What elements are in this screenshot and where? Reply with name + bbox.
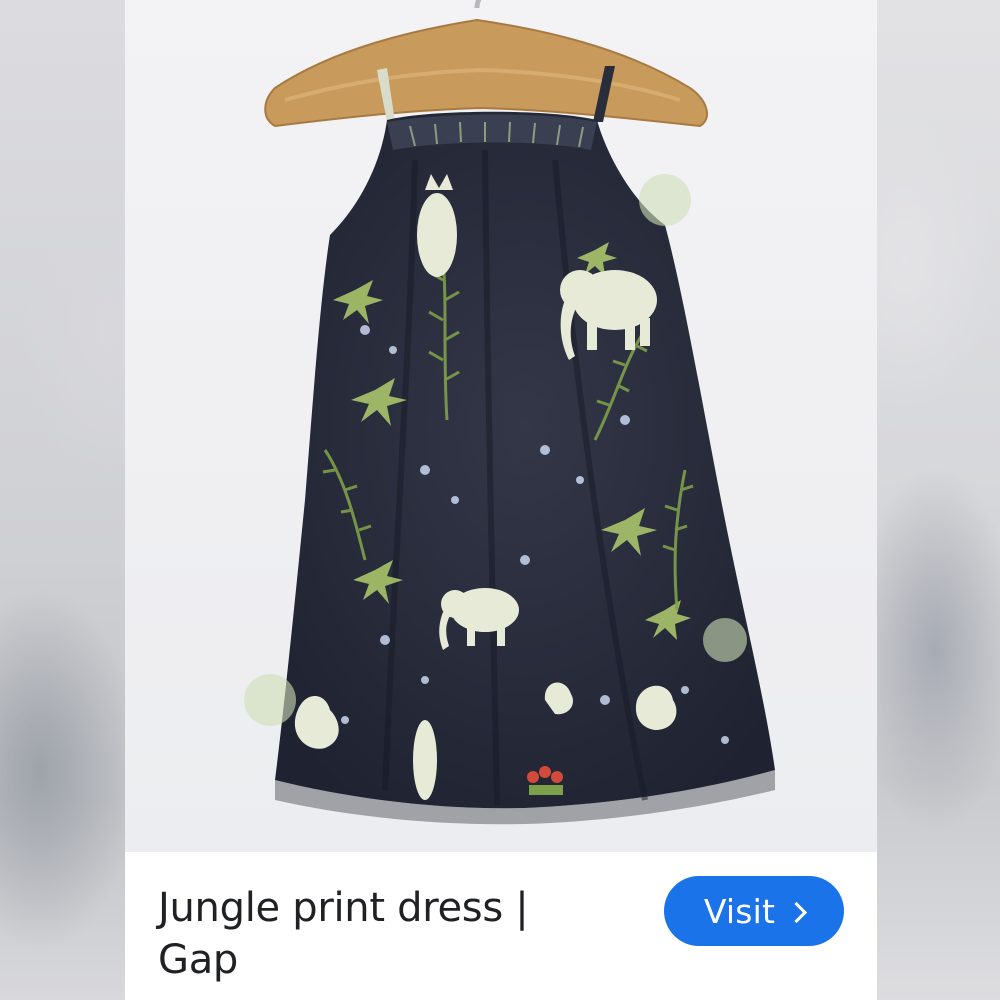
- result-title[interactable]: Jungle print dress | Gap: [158, 882, 588, 986]
- product-image[interactable]: [125, 0, 877, 852]
- blurred-background-right: [875, 0, 1000, 1000]
- dress-illustration: [244, 0, 775, 825]
- result-caption: Jungle print dress | Gap Visit: [125, 852, 877, 1000]
- blurred-background-left: [0, 0, 125, 1000]
- hanger-hook: [474, 0, 482, 9]
- wooden-hanger: [264, 18, 709, 128]
- image-viewer-screen: Jungle print dress | Gap Visit: [0, 0, 1000, 1000]
- result-card[interactable]: Jungle print dress | Gap Visit: [125, 0, 877, 1000]
- chevron-right-icon: [786, 901, 808, 923]
- visit-button-label: Visit: [703, 891, 776, 931]
- dress-body: [275, 111, 775, 809]
- visit-button[interactable]: Visit: [664, 876, 844, 946]
